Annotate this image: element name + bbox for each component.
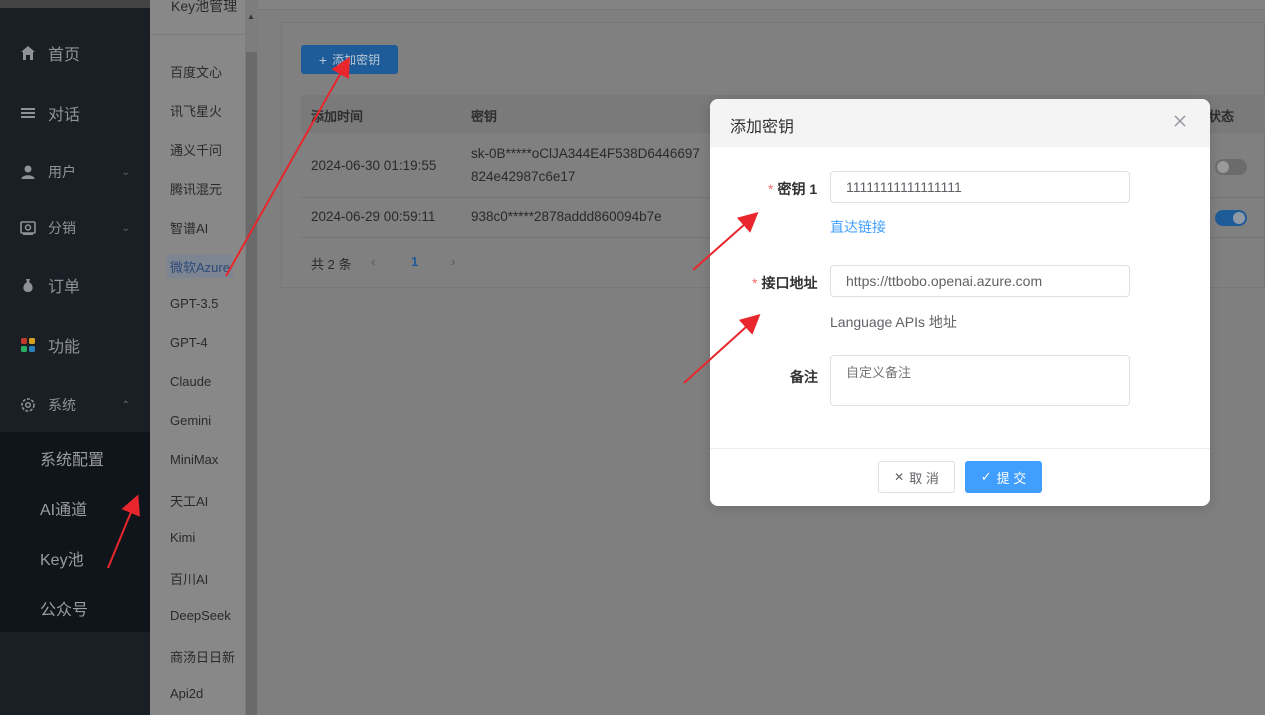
sidebar-item-label: 对话 (48, 107, 81, 124)
add-key-button[interactable]: + 添加密钥 (301, 45, 398, 74)
submenu-item-official-account[interactable]: 公众号 (40, 596, 88, 620)
row-key-line2: 824e42987c6e17 (471, 169, 576, 184)
key-pool-item[interactable]: MiniMax (170, 452, 218, 467)
submenu-item-key-pool[interactable]: Key池 (40, 546, 84, 570)
key-pool-item[interactable]: Kimi (170, 530, 195, 545)
row-time: 2024-06-29 00:59:11 (311, 209, 436, 224)
key-pool-title: Key池管理 (171, 0, 238, 14)
sidebar-item-label: 用户 (48, 164, 76, 180)
key-pool-item[interactable]: Api2d (170, 686, 203, 701)
sidebar-item-home[interactable]: 首页 (0, 25, 150, 81)
pagination-current-page[interactable]: 1 (411, 254, 418, 269)
chevron-left-icon[interactable]: ‹ (371, 254, 375, 269)
chevron-right-icon[interactable]: › (451, 254, 455, 269)
column-header-key: 密钥 (471, 109, 498, 124)
endpoint-field-label: * 接口地址 (752, 273, 817, 293)
key-pool-item[interactable]: 讯飞星火 (170, 101, 222, 120)
endpoint-input[interactable] (830, 265, 1130, 297)
chevron-up-icon: ⌃ (121, 399, 130, 411)
money-bag-icon (20, 277, 36, 293)
close-icon[interactable] (1172, 113, 1188, 129)
key-pool-item[interactable]: GPT-4 (170, 335, 208, 350)
sidebar-item-users[interactable]: 用户 ⌄ (0, 144, 150, 200)
key-pool-item[interactable]: DeepSeek (170, 608, 231, 623)
sidebar-item-label: 分销 (48, 220, 76, 236)
key-pool-list: Key池管理 百度文心 讯飞星火 通义千问 腾讯混元 智谱AI 微软Azure … (150, 0, 245, 715)
sidebar-item-label: 功能 (48, 339, 81, 356)
key-field-label-text: 密钥 1 (777, 181, 818, 197)
key-pool-item[interactable]: 百川AI (170, 569, 208, 588)
direct-link[interactable]: 直达链接 (830, 217, 886, 237)
key-input[interactable] (830, 171, 1130, 203)
row-time: 2024-06-30 01:19:55 (311, 158, 437, 173)
key-pool-item[interactable]: 智谱AI (170, 218, 208, 237)
row-key-line1: sk-0B*****oClJA344E4F538D6446697 (471, 146, 700, 161)
row-key-line1: 938c0*****2878addd860094b7e (471, 209, 662, 224)
key-pool-item[interactable]: 百度文心 (170, 62, 222, 81)
home-icon (20, 45, 36, 61)
apps-icon (20, 337, 36, 353)
pagination: 共 2 条 ‹ 1 › (311, 254, 455, 273)
key-pool-header: Key池管理 (150, 0, 245, 35)
column-header-status: 状态 (1208, 109, 1235, 124)
key-pool-item[interactable]: 商汤日日新 (170, 647, 235, 666)
note-textarea[interactable] (830, 355, 1130, 406)
sidebar-item-chat[interactable]: 对话 (0, 85, 150, 141)
settings-icon (20, 397, 36, 413)
cancel-button[interactable]: ✕ 取 消 (878, 461, 955, 493)
key-pool-item[interactable]: GPT-3.5 (170, 296, 218, 311)
sidebar-item-distribution[interactable]: 分销 ⌄ (0, 200, 150, 256)
submenu-item-ai-channel[interactable]: AI通道 (40, 496, 87, 520)
sidebar-item-label: 订单 (48, 279, 81, 296)
key-pool-item[interactable]: 天工AI (170, 491, 208, 510)
submit-button[interactable]: ✓ 提 交 (965, 461, 1042, 493)
system-submenu: 系统配置 AI通道 Key池 公众号 (0, 432, 150, 632)
submit-button-label: 提 交 (996, 470, 1027, 486)
sidebar-item-orders[interactable]: 订单 (0, 257, 150, 313)
top-bar (258, 0, 1265, 10)
pagination-total: 共 2 条 (311, 257, 352, 272)
dialog-footer-divider (710, 448, 1210, 449)
key-pool-item[interactable]: Gemini (170, 413, 211, 428)
list-icon (20, 105, 36, 121)
add-key-dialog: 添加密钥 *密钥 1 直达链接 *接口地址 Language APIs 地址 备… (710, 99, 1210, 506)
key-pool-item[interactable]: 通义千问 (170, 140, 222, 159)
plus-icon: + (318, 51, 328, 68)
note-field-label: 备注 (790, 369, 818, 385)
key-pool-item[interactable]: Claude (170, 374, 211, 389)
status-toggle-on[interactable] (1215, 210, 1247, 226)
dialog-header: 添加密钥 (710, 99, 1210, 147)
sidebar-top-strip (0, 0, 150, 8)
sidebar-item-system[interactable]: 系统 ⌃ (0, 377, 150, 433)
key-pool-scroll-thumb[interactable] (246, 52, 257, 715)
submenu-item-system-config[interactable]: 系统配置 (40, 446, 104, 470)
dialog-title: 添加密钥 (730, 119, 795, 136)
column-header-time: 添加时间 (311, 109, 364, 124)
sidebar-item-label: 首页 (48, 47, 81, 64)
sidebar-item-label: 系统 (48, 397, 76, 413)
close-icon: ✕ (894, 470, 905, 484)
endpoint-hint: Language APIs 地址 (830, 314, 957, 330)
status-toggle-off[interactable] (1215, 159, 1247, 175)
chevron-down-icon: ⌄ (121, 166, 130, 178)
key-field-label: * 密钥 1 (768, 179, 817, 199)
sidebar: 首页 对话 用户 ⌄ 分销 ⌄ 订单 功能 系统 ⌃ 系统配置 AI通道 Key… (0, 0, 150, 715)
endpoint-field-label-text: 接口地址 (761, 275, 818, 291)
required-mark: * (752, 275, 758, 291)
required-mark: * (768, 181, 774, 197)
check-icon: ✓ (980, 469, 992, 484)
key-pool-item[interactable]: 腾讯混元 (170, 179, 222, 198)
scroll-up-icon[interactable]: ▲ (247, 12, 255, 21)
distribution-icon (20, 220, 36, 236)
cancel-button-label: 取 消 (909, 470, 939, 486)
user-icon (20, 164, 36, 180)
chevron-down-icon: ⌄ (121, 222, 130, 234)
sidebar-item-features[interactable]: 功能 (0, 317, 150, 373)
key-pool-item-active[interactable]: 微软Azure (167, 255, 233, 278)
add-key-button-label: 添加密钥 (332, 53, 381, 67)
